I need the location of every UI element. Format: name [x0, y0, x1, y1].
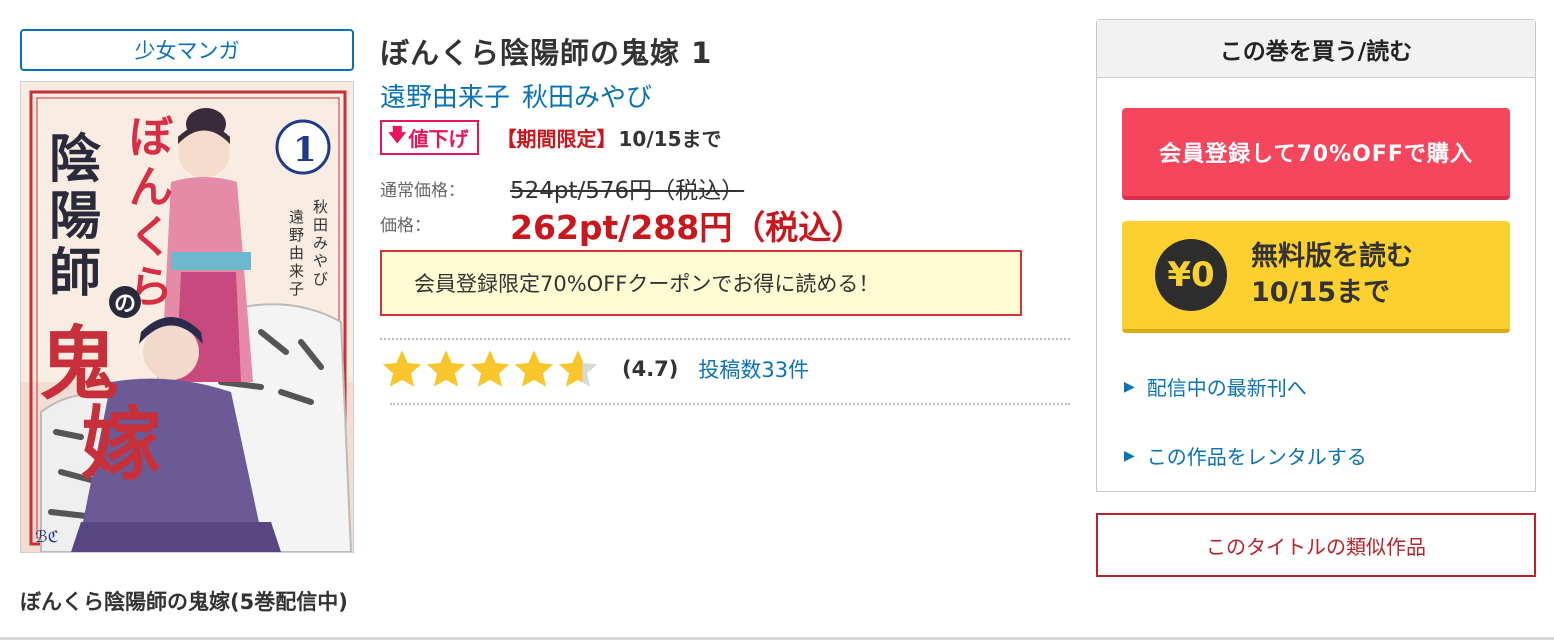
divider — [390, 403, 1070, 405]
svg-text:み: み — [313, 234, 328, 252]
svg-text:野: 野 — [289, 226, 304, 244]
svg-text:嫁: 嫁 — [81, 397, 161, 491]
promo-row: 🡇 値下げ 【期間限定】 10/15まで — [380, 120, 721, 155]
reviews-count-link[interactable]: 投稿数33件 — [698, 354, 809, 384]
buy-panel-header: この巻を買う/読む — [1097, 20, 1535, 78]
svg-text:師: 師 — [49, 243, 101, 304]
svg-text:来: 来 — [289, 262, 304, 280]
price-down-label: 値下げ — [408, 127, 469, 151]
free-until: 10/15まで — [1251, 277, 1391, 308]
svg-text:ℬℭ: ℬℭ — [35, 527, 59, 546]
star-full-icon — [426, 350, 466, 387]
sale-price: 262pt/288円（税込） — [510, 208, 865, 247]
book-title: ぼんくら陰陽師の鬼嫁 1 — [380, 36, 713, 70]
svg-text:や: や — [313, 252, 328, 270]
divider — [380, 338, 1070, 340]
rental-label: この作品をレンタルする — [1146, 445, 1367, 469]
star-rating — [380, 347, 600, 391]
sale-price-label: 価格： — [380, 216, 431, 236]
svg-text:秋: 秋 — [313, 198, 328, 216]
svg-text:遠: 遠 — [289, 208, 304, 226]
author-list: 遠野由来子 秋田みやび — [380, 77, 664, 114]
rating-value: (4.7) — [622, 357, 679, 381]
star-full-icon — [382, 350, 422, 387]
svg-text:ん: ん — [129, 162, 173, 213]
svg-text:く: く — [129, 212, 173, 263]
svg-text:陽: 陽 — [49, 186, 101, 247]
similar-titles-button[interactable]: このタイトルの類似作品 — [1096, 513, 1536, 577]
svg-text:陰: 陰 — [49, 129, 101, 190]
free-label: 無料版を読む — [1251, 241, 1413, 272]
triangle-right-icon: ▶ — [1124, 378, 1135, 395]
regular-price: 524pt/576円（税込） — [510, 178, 745, 204]
price-down-badge: 🡇 値下げ — [380, 120, 479, 155]
rating-row: (4.7) 投稿数33件 — [380, 346, 809, 392]
register-and-buy-button[interactable]: 会員登録して70%OFFで購入 — [1122, 108, 1510, 200]
limited-time-date: 10/15まで — [618, 127, 722, 151]
read-free-button[interactable]: ¥0 無料版を読む 10/15まで — [1122, 221, 1510, 333]
coupon-text: 会員登録限定70%OFFクーポンでお得に読める！ — [414, 272, 880, 296]
svg-text:の: の — [114, 292, 136, 317]
latest-volume-link[interactable]: ▶ 配信中の最新刊へ — [1124, 372, 1307, 401]
star-partial-icon — [558, 350, 598, 387]
author-link[interactable]: 秋田みやび — [522, 83, 652, 113]
svg-text:由: 由 — [289, 244, 304, 262]
rental-link[interactable]: ▶ この作品をレンタルする — [1124, 441, 1367, 470]
svg-text:1: 1 — [293, 130, 317, 170]
regular-price-label: 通常価格： — [380, 181, 465, 201]
buy-panel: この巻を買う/読む 会員登録して70%OFFで購入 ¥0 無料版を読む 10/1… — [1096, 19, 1536, 492]
svg-text:ぼ: ぼ — [129, 112, 174, 163]
genre-tag-link[interactable]: 少女マンガ — [20, 29, 354, 71]
latest-volume-label: 配信中の最新刊へ — [1146, 376, 1307, 400]
star-full-icon — [514, 350, 554, 387]
down-arrow-icon: 🡇 — [388, 124, 407, 146]
svg-text:田: 田 — [313, 216, 328, 234]
free-yen-icon: ¥0 — [1155, 239, 1227, 311]
star-full-icon — [470, 350, 510, 387]
triangle-right-icon: ▶ — [1124, 447, 1135, 464]
cover-image[interactable]: ぼ ん く ら 陰 陽 師 の 鬼 嫁 1 秋田みやび 遠野由来子 ℬℭ — [20, 81, 354, 553]
svg-text:子: 子 — [289, 280, 304, 298]
series-volumes-heading: ぼんくら陰陽師の鬼嫁(5巻配信中) — [20, 590, 348, 614]
svg-text:び: び — [313, 270, 328, 288]
coupon-banner[interactable]: 会員登録限定70%OFFクーポンでお得に読める！ — [380, 250, 1022, 316]
limited-time-label: 【期間限定】 — [496, 127, 617, 151]
author-link[interactable]: 遠野由来子 — [380, 83, 510, 113]
